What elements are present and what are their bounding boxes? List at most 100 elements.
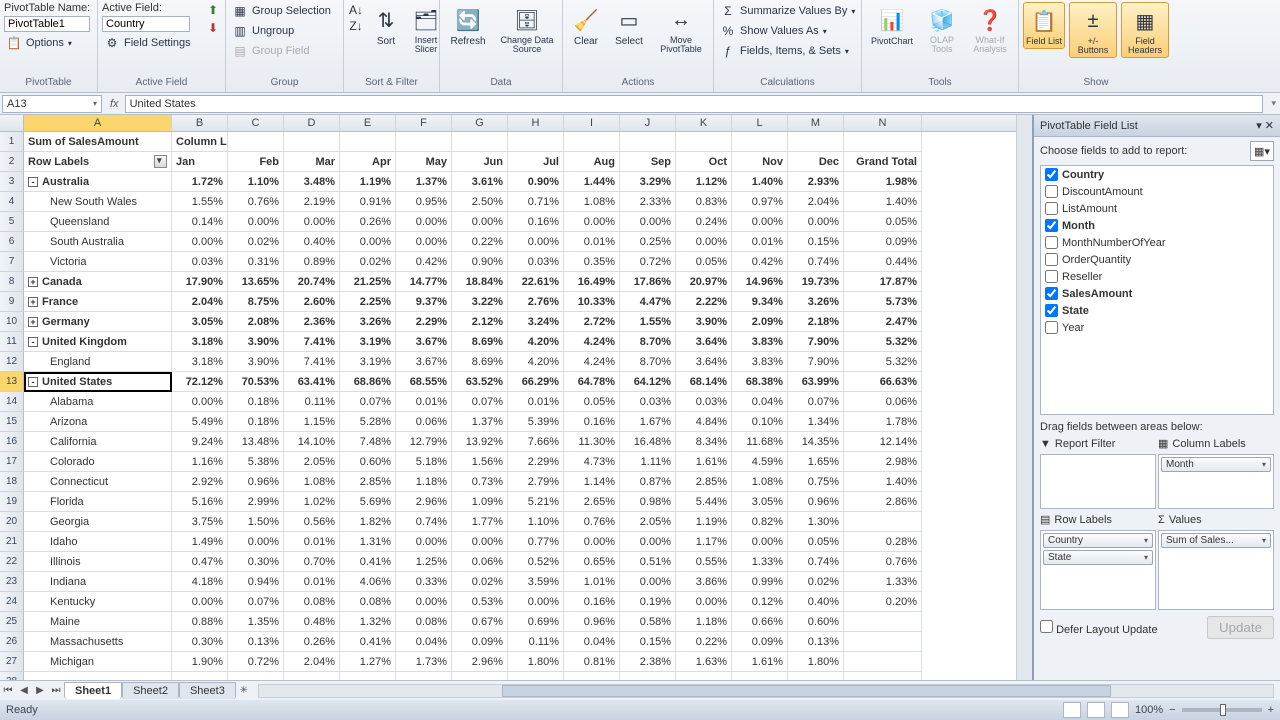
- cell[interactable]: [340, 672, 396, 680]
- report-filter-box[interactable]: [1040, 454, 1156, 509]
- cell[interactable]: 72.12%: [172, 372, 228, 392]
- row-header[interactable]: 3: [0, 172, 24, 192]
- cell[interactable]: [620, 132, 676, 152]
- cell[interactable]: [844, 512, 922, 532]
- cell[interactable]: 1.19%: [676, 512, 732, 532]
- cell[interactable]: Georgia: [24, 512, 172, 532]
- cell[interactable]: 0.00%: [172, 592, 228, 612]
- cell[interactable]: 0.00%: [788, 212, 844, 232]
- cell[interactable]: 0.12%: [732, 592, 788, 612]
- cell[interactable]: 3.61%: [452, 172, 508, 192]
- col-header-K[interactable]: K: [676, 115, 732, 131]
- group-selection-button[interactable]: ▦Group Selection: [230, 2, 333, 20]
- cell[interactable]: Michigan: [24, 652, 172, 672]
- cell[interactable]: 2.19%: [284, 192, 340, 212]
- cell[interactable]: 13.92%: [452, 432, 508, 452]
- cell[interactable]: 0.53%: [452, 592, 508, 612]
- cell[interactable]: 5.69%: [340, 492, 396, 512]
- field-item[interactable]: Month: [1041, 217, 1273, 234]
- cell[interactable]: 3.19%: [340, 352, 396, 372]
- row-header[interactable]: 25: [0, 612, 24, 632]
- cell[interactable]: 2.29%: [508, 452, 564, 472]
- cell[interactable]: Jul: [508, 152, 564, 172]
- area-field[interactable]: Month: [1161, 457, 1271, 472]
- cell[interactable]: 1.32%: [340, 612, 396, 632]
- cell[interactable]: [396, 132, 452, 152]
- cell[interactable]: 0.01%: [284, 572, 340, 592]
- cell[interactable]: 66.63%: [844, 372, 922, 392]
- cell[interactable]: 3.05%: [172, 312, 228, 332]
- cell[interactable]: 11.68%: [732, 432, 788, 452]
- cell[interactable]: 68.86%: [340, 372, 396, 392]
- cell[interactable]: [228, 672, 284, 680]
- page-break-view-icon[interactable]: [1111, 702, 1129, 718]
- cell[interactable]: 0.94%: [228, 572, 284, 592]
- cell[interactable]: [844, 132, 922, 152]
- cell[interactable]: 63.52%: [452, 372, 508, 392]
- cell[interactable]: 0.98%: [620, 492, 676, 512]
- expand-collapse-icon[interactable]: +: [28, 317, 38, 327]
- cell[interactable]: 0.16%: [564, 592, 620, 612]
- cell[interactable]: 0.00%: [732, 532, 788, 552]
- row-header[interactable]: 17: [0, 452, 24, 472]
- area-field[interactable]: Sum of Sales...: [1161, 533, 1271, 548]
- cell[interactable]: 0.00%: [284, 212, 340, 232]
- cell[interactable]: 3.22%: [452, 292, 508, 312]
- field-checkbox[interactable]: [1045, 168, 1058, 181]
- cell[interactable]: 0.26%: [340, 212, 396, 232]
- row-header[interactable]: 23: [0, 572, 24, 592]
- column-labels-box[interactable]: Month: [1158, 454, 1274, 509]
- cell[interactable]: 0.00%: [452, 212, 508, 232]
- cell[interactable]: 14.77%: [396, 272, 452, 292]
- cell[interactable]: Florida: [24, 492, 172, 512]
- cell[interactable]: 4.47%: [620, 292, 676, 312]
- cell[interactable]: 0.01%: [564, 232, 620, 252]
- cell[interactable]: 0.89%: [284, 252, 340, 272]
- cell[interactable]: 5.32%: [844, 332, 922, 352]
- cell[interactable]: 2.65%: [564, 492, 620, 512]
- cell[interactable]: Colorado: [24, 452, 172, 472]
- cell[interactable]: 2.25%: [340, 292, 396, 312]
- row-labels-dropdown[interactable]: [154, 155, 167, 168]
- cell[interactable]: 1.44%: [564, 172, 620, 192]
- refresh-button[interactable]: 🔄Refresh: [444, 2, 492, 49]
- field-item[interactable]: DiscountAmount: [1041, 183, 1273, 200]
- cell[interactable]: 0.08%: [340, 592, 396, 612]
- cell[interactable]: 22.61%: [508, 272, 564, 292]
- expand-collapse-icon[interactable]: +: [28, 297, 38, 307]
- cell[interactable]: 0.00%: [396, 232, 452, 252]
- row-header[interactable]: 12: [0, 352, 24, 372]
- cell[interactable]: 1.18%: [676, 612, 732, 632]
- cell[interactable]: [452, 672, 508, 680]
- cell[interactable]: 0.13%: [228, 632, 284, 652]
- cell[interactable]: 0.42%: [732, 252, 788, 272]
- select-button[interactable]: ▭Select: [609, 2, 649, 49]
- cell[interactable]: 0.60%: [340, 452, 396, 472]
- cell[interactable]: 1.18%: [396, 472, 452, 492]
- cell[interactable]: 3.05%: [732, 492, 788, 512]
- cell[interactable]: 0.74%: [788, 252, 844, 272]
- cell[interactable]: 2.96%: [396, 492, 452, 512]
- cell[interactable]: 2.85%: [340, 472, 396, 492]
- cell[interactable]: 0.00%: [508, 592, 564, 612]
- cell[interactable]: [564, 672, 620, 680]
- cell[interactable]: 5.32%: [844, 352, 922, 372]
- values-box[interactable]: Sum of Sales...: [1158, 530, 1274, 610]
- cell[interactable]: 0.00%: [228, 532, 284, 552]
- cell[interactable]: 4.84%: [676, 412, 732, 432]
- cell[interactable]: England: [24, 352, 172, 372]
- cell[interactable]: [228, 132, 284, 152]
- cell[interactable]: 9.24%: [172, 432, 228, 452]
- cell[interactable]: 0.09%: [844, 232, 922, 252]
- cell[interactable]: 1.12%: [676, 172, 732, 192]
- group-field-button[interactable]: ▤Group Field: [230, 42, 311, 60]
- cell[interactable]: Arizona: [24, 412, 172, 432]
- cell[interactable]: 0.44%: [844, 252, 922, 272]
- cell[interactable]: 0.16%: [564, 412, 620, 432]
- cell[interactable]: 0.00%: [172, 392, 228, 412]
- cell[interactable]: Mar: [284, 152, 340, 172]
- expand-collapse-icon[interactable]: +: [28, 277, 38, 287]
- row-header[interactable]: 11: [0, 332, 24, 352]
- summarize-button[interactable]: ΣSummarize Values By▾: [718, 2, 857, 20]
- cell[interactable]: 0.76%: [564, 512, 620, 532]
